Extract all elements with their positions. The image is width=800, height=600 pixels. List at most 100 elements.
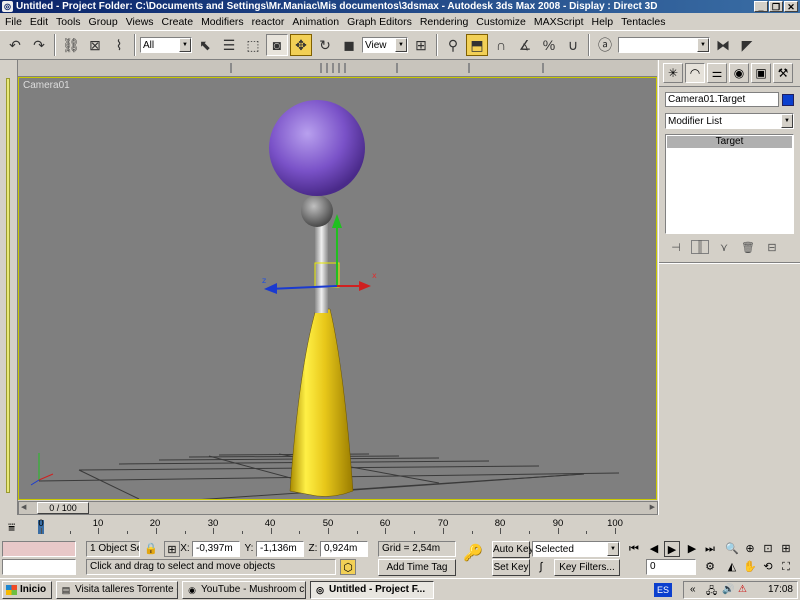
- angle-snap-icon[interactable]: ∡: [514, 34, 536, 56]
- go-to-end-icon[interactable]: ⏭: [702, 541, 718, 557]
- title-bar[interactable]: ◎ Untitled - Project Folder: C:\Document…: [0, 0, 800, 13]
- menu-file[interactable]: File: [2, 16, 27, 28]
- auto-key-button[interactable]: Auto Key: [492, 541, 534, 558]
- time-configuration-icon[interactable]: ⚙: [702, 559, 718, 575]
- configure-modifier-sets-icon[interactable]: ⊟: [763, 241, 781, 254]
- utilities-tab-icon[interactable]: ⚒: [773, 63, 793, 83]
- named-selection-sets-dropdown[interactable]: ▼: [618, 37, 710, 53]
- maximize-viewport-icon[interactable]: ⛶: [778, 559, 794, 575]
- stack-item-target[interactable]: Target: [667, 136, 792, 148]
- previous-frame-icon[interactable]: ◀: [646, 541, 662, 557]
- z-coordinate-field[interactable]: 0,924m: [320, 541, 368, 557]
- select-and-move-icon[interactable]: ✥: [290, 34, 312, 56]
- absolute-mode-icon[interactable]: ⊞: [164, 541, 180, 557]
- rectangular-selection-icon[interactable]: ⬚: [242, 34, 264, 56]
- modifier-list-dropdown[interactable]: Modifier List ▼: [665, 113, 794, 129]
- tray-expand-icon[interactable]: «: [690, 584, 696, 595]
- default-in-out-tangents-icon[interactable]: ∫: [532, 559, 550, 575]
- open-mini-curve-editor-icon[interactable]: ⩸: [8, 520, 15, 535]
- menu-help[interactable]: Help: [589, 16, 619, 28]
- key-mode-dropdown[interactable]: Selected ▼: [532, 541, 620, 557]
- menu-tools[interactable]: Tools: [53, 16, 86, 28]
- keyboard-shortcut-override-icon[interactable]: ⬒: [466, 34, 488, 56]
- menu-reactor[interactable]: reactor: [249, 16, 290, 28]
- reference-coordinate-dropdown[interactable]: View ▼: [362, 37, 408, 53]
- time-tag-icon[interactable]: ⬡: [340, 559, 356, 575]
- zoom-all-icon[interactable]: ⊕: [742, 541, 758, 557]
- camera-viewport[interactable]: Camera01 x z: [18, 77, 657, 500]
- menu-rendering[interactable]: Rendering: [417, 16, 473, 28]
- menu-create[interactable]: Create: [159, 16, 199, 28]
- menu-edit[interactable]: Edit: [27, 16, 53, 28]
- make-unique-icon[interactable]: ⋎: [715, 241, 733, 254]
- selection-filter-dropdown[interactable]: All ▼: [140, 37, 192, 53]
- mirror-icon[interactable]: ⧓: [712, 34, 734, 56]
- select-and-rotate-icon[interactable]: ↻: [314, 34, 336, 56]
- taskbar-item-youtube[interactable]: ◉ YouTube - Mushroom clo...: [182, 581, 306, 599]
- select-and-link-icon[interactable]: ⛓: [60, 34, 82, 56]
- modify-tab-icon[interactable]: ◠: [685, 63, 705, 83]
- time-slider[interactable]: ◀ 0 / 100 ▶: [18, 501, 658, 515]
- remove-modifier-icon[interactable]: 🗑: [739, 241, 757, 254]
- menu-maxscript[interactable]: MAXScript: [531, 16, 589, 28]
- snaps-toggle-icon[interactable]: ∩: [490, 34, 512, 56]
- start-button[interactable]: Inicio: [2, 581, 52, 599]
- menu-tentacles[interactable]: Tentacles: [618, 16, 670, 28]
- undo-icon[interactable]: ↶: [4, 34, 26, 56]
- next-frame-icon[interactable]: ▶: [684, 541, 700, 557]
- taskbar-item-3dsmax[interactable]: ◎ Untitled - Project F...: [310, 581, 434, 599]
- menu-group[interactable]: Group: [86, 16, 123, 28]
- add-time-tag-button[interactable]: Add Time Tag: [378, 559, 456, 576]
- select-and-scale-icon[interactable]: ◼: [338, 34, 360, 56]
- play-animation-icon[interactable]: ▶: [664, 541, 680, 557]
- menu-modifiers[interactable]: Modifiers: [198, 16, 249, 28]
- zoom-extents-icon[interactable]: ⊡: [760, 541, 776, 557]
- minimize-button[interactable]: _: [754, 1, 768, 12]
- hierarchy-tab-icon[interactable]: ⚌: [707, 63, 727, 83]
- go-to-start-icon[interactable]: ⏮: [626, 541, 642, 557]
- time-slider-knob[interactable]: 0 / 100: [37, 502, 89, 514]
- menu-graph-editors[interactable]: Graph Editors: [344, 16, 417, 28]
- edit-named-selection-icon[interactable]: ⓐ: [594, 34, 616, 56]
- key-filters-button[interactable]: Key Filters...: [554, 559, 620, 576]
- select-by-name-icon[interactable]: ☰: [218, 34, 240, 56]
- field-of-view-icon[interactable]: ◭: [724, 559, 740, 575]
- pin-stack-icon[interactable]: ⊣: [667, 241, 685, 254]
- set-key-button[interactable]: Set Key: [492, 559, 530, 576]
- spinner-snap-icon[interactable]: ∪: [562, 34, 584, 56]
- set-key-mode-key-icon[interactable]: 🔑: [462, 546, 484, 562]
- show-end-result-icon[interactable]: ║: [691, 240, 709, 254]
- current-frame-field[interactable]: 0: [646, 559, 696, 575]
- taskbar-item-visita[interactable]: ▤ Visita talleres Torrente - ...: [56, 581, 178, 599]
- y-coordinate-field[interactable]: -1,136m: [256, 541, 304, 557]
- select-and-manipulate-icon[interactable]: ⚲: [442, 34, 464, 56]
- language-indicator[interactable]: ES: [654, 583, 672, 597]
- maxscript-input-mini[interactable]: [2, 559, 76, 575]
- menu-animation[interactable]: Animation: [289, 16, 344, 28]
- menu-views[interactable]: Views: [123, 16, 159, 28]
- modifier-stack[interactable]: Target: [665, 134, 794, 234]
- object-name-field[interactable]: Camera01.Target: [665, 92, 779, 107]
- pan-view-icon[interactable]: ✋: [742, 559, 758, 575]
- zoom-icon[interactable]: 🔍: [724, 541, 740, 557]
- object-color-swatch[interactable]: [782, 93, 794, 106]
- unlink-selection-icon[interactable]: ⊠: [84, 34, 106, 56]
- bind-to-space-warp-icon[interactable]: ⌇: [108, 34, 130, 56]
- display-tab-icon[interactable]: ▣: [751, 63, 771, 83]
- window-crossing-icon[interactable]: ◙: [266, 34, 288, 56]
- restore-button[interactable]: ❐: [769, 1, 783, 12]
- redo-icon[interactable]: ↷: [28, 34, 50, 56]
- align-icon[interactable]: ◤: [736, 34, 758, 56]
- selection-lock-icon[interactable]: 🔒: [143, 541, 159, 557]
- frame-ruler[interactable]: 0 10 20 30 40 50 60 70 80 90 100: [38, 518, 648, 536]
- prev-frame-arrow-icon[interactable]: ◀: [21, 503, 33, 513]
- percent-snap-icon[interactable]: %: [538, 34, 560, 56]
- pivot-center-icon[interactable]: ⊞: [410, 34, 432, 56]
- menu-customize[interactable]: Customize: [473, 16, 531, 28]
- x-coordinate-field[interactable]: -0,397m: [192, 541, 240, 557]
- close-button[interactable]: ✕: [784, 1, 798, 12]
- motion-tab-icon[interactable]: ◉: [729, 63, 749, 83]
- zoom-extents-all-icon[interactable]: ⊞: [778, 541, 794, 557]
- next-frame-arrow-icon[interactable]: ▶: [643, 503, 655, 513]
- orbit-icon[interactable]: ⟲: [760, 559, 776, 575]
